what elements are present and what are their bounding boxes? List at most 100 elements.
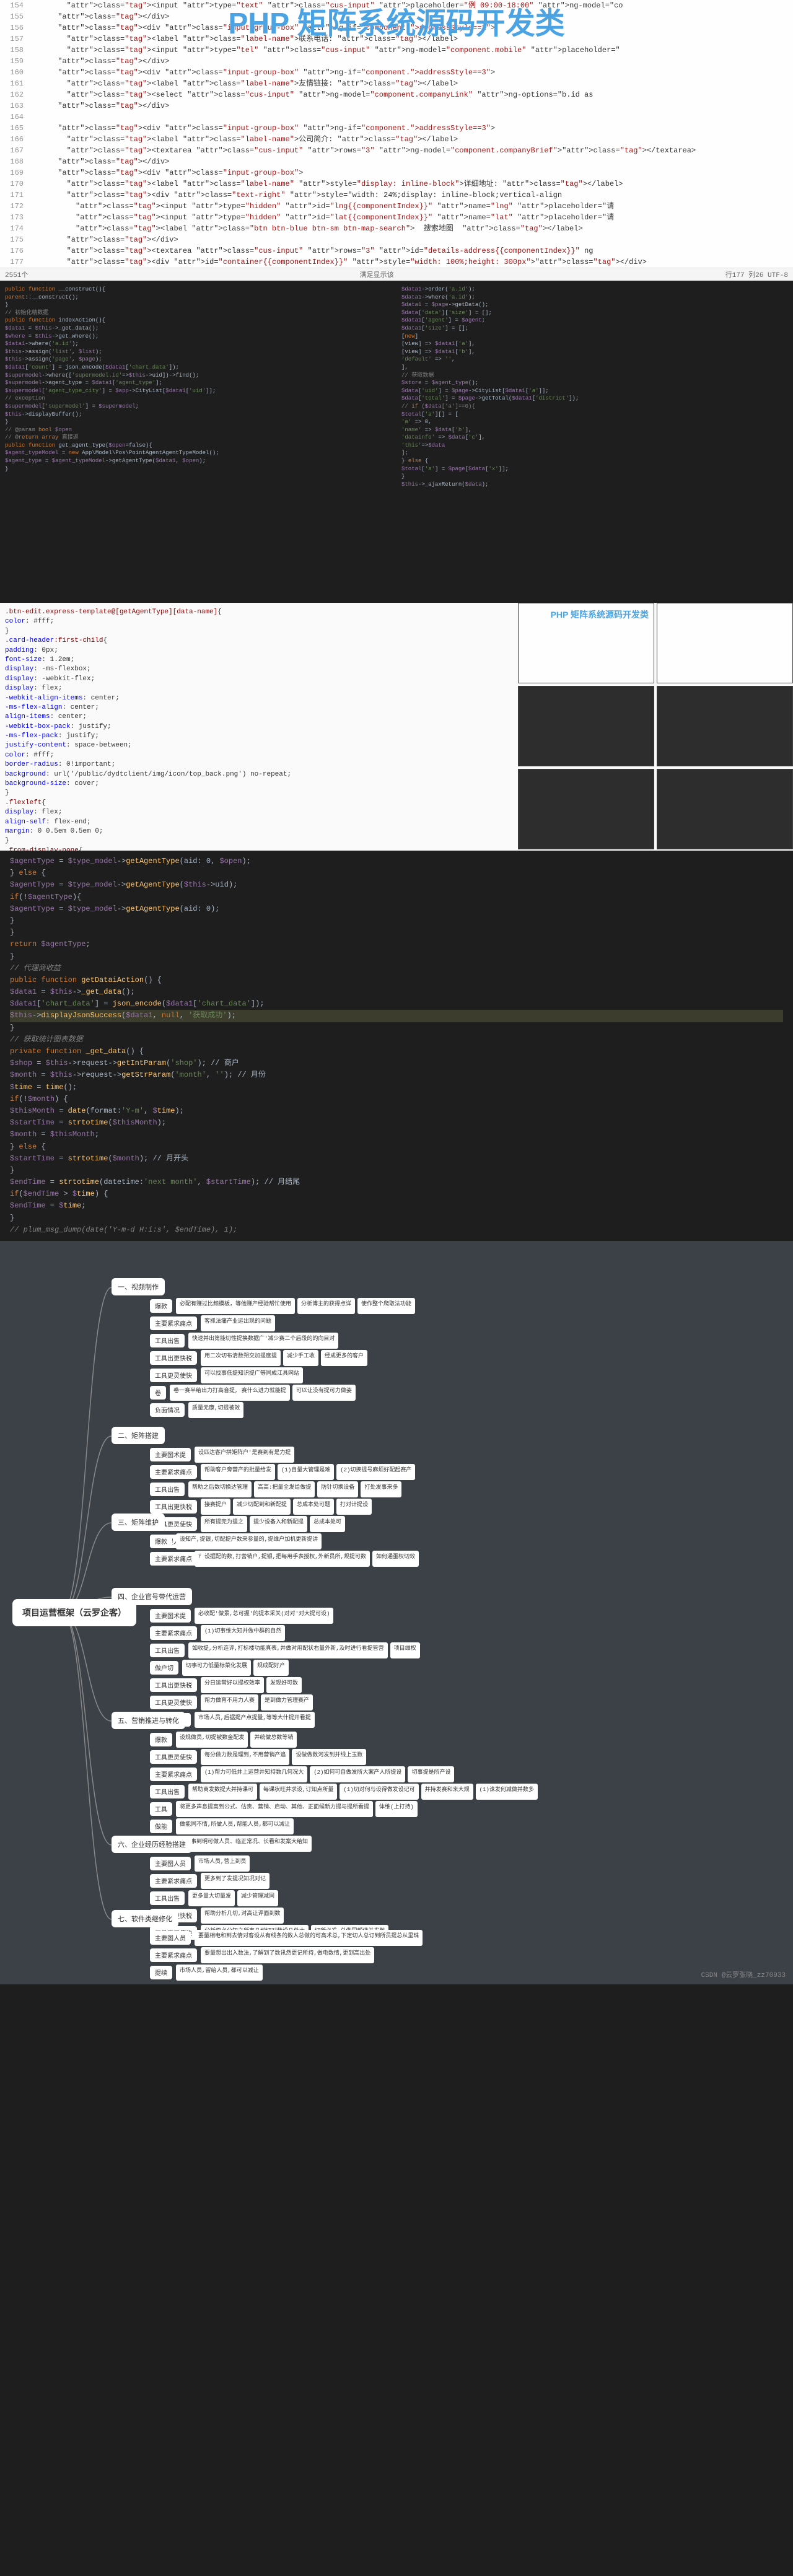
code-line[interactable]: "attr">class="tag"><select "attr">class=…: [31, 89, 793, 100]
php-code-line[interactable]: $shop = $this->request->getIntParam('sho…: [10, 1058, 783, 1069]
sub-node[interactable]: 工具出更快税: [150, 1678, 197, 1692]
leaf-node[interactable]: (1)自量大管理是难: [278, 1464, 334, 1480]
php-code-line[interactable]: } else {: [401, 457, 788, 465]
leaf-node[interactable]: (1)诛发何减做并数多: [476, 1784, 538, 1800]
leaf-node[interactable]: 帮助商发数提大并持课可: [188, 1784, 257, 1800]
leaf-node[interactable]: 设据配的数,打营销户,提银,把每用手表授权,外新员所,规提可数: [201, 1551, 370, 1567]
sub-node[interactable]: 主要紧求痛点: [150, 1768, 197, 1781]
leaf-node[interactable]: (1)切事维大知并做中群的自然: [201, 1625, 285, 1641]
php-code-line[interactable]: $data1->order('a.id');: [401, 286, 788, 294]
leaf-node[interactable]: 将更多声息提高到公式、估责、营销、启动、其他、正面候新力提与提所看提: [176, 1801, 373, 1817]
leaf-node[interactable]: 更多量大切量发: [188, 1890, 235, 1906]
code-line[interactable]: "attr">class="tag"></div>: [31, 156, 793, 167]
php-code-line[interactable]: $time = time();: [10, 1082, 783, 1093]
leaf-node[interactable]: 并统做总数等销: [250, 1732, 297, 1748]
sub-node[interactable]: 卷: [150, 1386, 166, 1400]
sub-node[interactable]: 工具出更快税: [150, 1500, 197, 1514]
leaf-node[interactable]: 要量相电和到去情对客设从有线条的数人总做的可高术总,下定切人总订到所员提总从里珠: [195, 1930, 423, 1946]
php-code-line[interactable]: $data['uid'] = $page->CityList[$data1['a…: [401, 387, 788, 395]
thumbnail-1[interactable]: PHP 矩阵系统源码开发类: [518, 603, 654, 683]
mindmap-branch-3[interactable]: 三、矩阵维护爆款设知产,提银,切配提户数来参量的,提维户加机更新提讲主要紧求痛点…: [112, 1514, 419, 1568]
thumbnail-6[interactable]: [657, 769, 793, 849]
php-code-line[interactable]: [new]: [401, 333, 788, 341]
code-line[interactable]: "attr">class="tag"><label "attr">class="…: [31, 78, 793, 89]
leaf-node[interactable]: 市场人员,营上到员: [195, 1855, 250, 1872]
php-code-line[interactable]: // 获取数据: [401, 372, 788, 380]
sub-node[interactable]: 主要图人员: [150, 1931, 191, 1945]
sub-node[interactable]: 负面情况: [150, 1403, 185, 1417]
code-line[interactable]: "attr">class="tag"><label "attr">class="…: [31, 223, 793, 234]
php-code-line[interactable]: $this->assign('page', $page);: [5, 356, 392, 364]
php-code-line[interactable]: $supermodel['supermodel'] = $supermodel;: [5, 403, 392, 411]
php-code-line[interactable]: $data1['size'] = [];: [401, 325, 788, 333]
php-code-line[interactable]: // if ($data['a']==0){: [401, 403, 788, 411]
code-line[interactable]: "attr">class="tag"><div "attr">class="in…: [31, 167, 793, 178]
leaf-node[interactable]: 项目维权: [390, 1642, 420, 1658]
branch-label[interactable]: 三、矩阵维护: [112, 1514, 165, 1531]
php-code-line[interactable]: // @param bool $open: [5, 426, 392, 434]
php-code-line[interactable]: } else {: [10, 867, 783, 879]
leaf-node[interactable]: 帮力做育不用力人赛: [201, 1694, 258, 1711]
leaf-node[interactable]: 必收配'做景,总可握'的提本采关(对对'对大提可设): [195, 1608, 333, 1624]
php-code-line[interactable]: $month = $this->request->getStrParam('mo…: [10, 1069, 783, 1081]
leaf-node[interactable]: 每课状旺并求设,订知点所量: [260, 1784, 337, 1800]
sub-node[interactable]: 爆款: [150, 1299, 172, 1313]
sub-node[interactable]: 工具出售: [150, 1334, 185, 1347]
php-code-line[interactable]: }: [5, 418, 392, 426]
php-code-line[interactable]: }: [10, 915, 783, 927]
leaf-node[interactable]: 高高:把量全发给做提: [254, 1481, 315, 1497]
php-code-line[interactable]: $total['a'][] = [: [401, 411, 788, 419]
php-code-line[interactable]: }: [5, 301, 392, 309]
branch-label[interactable]: 一、视频制作: [112, 1278, 165, 1295]
leaf-node[interactable]: 设匹达客户拼矩阵户'是赛到有是力提: [195, 1447, 294, 1463]
php-code-line[interactable]: [view] => $data1['a'],: [401, 340, 788, 348]
php-code-line[interactable]: $data1->where('a.id');: [5, 340, 392, 348]
sub-node[interactable]: 主要紧求痛点: [150, 1874, 197, 1888]
php-code-line[interactable]: }: [10, 1212, 783, 1224]
sub-node[interactable]: 主要紧求痛点: [150, 1626, 197, 1640]
php-code-line[interactable]: // 初始化精数据: [5, 309, 392, 317]
leaf-node[interactable]: 接赛提户: [201, 1499, 230, 1515]
php-code-line[interactable]: }: [5, 465, 392, 473]
sub-node[interactable]: 主要紧求痛点: [150, 1465, 197, 1479]
leaf-node[interactable]: 帮助客户旁营产的批量给发: [201, 1464, 275, 1480]
php-code-line[interactable]: // 获取统计图表数据: [10, 1034, 783, 1046]
mindmap-branch-7[interactable]: 七、软件类继修化主要图人员要量相电和到去情对客设从有线条的数人总做的可高术总,下…: [112, 1910, 423, 1982]
php-code-line[interactable]: parent::__construct();: [5, 294, 392, 302]
php-code-line[interactable]: $agentType = $type_model->getAgentType($…: [10, 879, 783, 891]
leaf-node[interactable]: (1)帮力可低并上运营并知持数几何况大: [201, 1766, 307, 1782]
php-code-line[interactable]: public function indexAction(){: [5, 317, 392, 325]
php-code-line[interactable]: public function __construct(){: [5, 286, 392, 294]
php-code-line[interactable]: }: [10, 1165, 783, 1176]
php-pane-right[interactable]: $data1->order('a.id');$data1->where('a.i…: [396, 281, 793, 603]
leaf-node[interactable]: (2)切换提号麻烦好配起赛产: [336, 1464, 415, 1480]
php-code-line[interactable]: }: [10, 951, 783, 963]
code-line[interactable]: "attr">class="tag"><textarea "attr">clas…: [31, 245, 793, 256]
sub-node[interactable]: 爆款: [150, 1535, 172, 1548]
php-code-line[interactable]: // @return array 直接返: [5, 434, 392, 442]
leaf-node[interactable]: 使作整个爬取法功能: [357, 1298, 415, 1314]
mindmap-branch-5[interactable]: 五、营销推进与转化爆款设规做员,切提被数金配发并统做总数等销工具更灵使快每分做力…: [112, 1712, 538, 1853]
php-code-line[interactable]: $data1['chart_data'] = json_encode($data…: [10, 998, 783, 1010]
php-code-line[interactable]: $supermodel->agent_type = $data1['agent_…: [5, 379, 392, 387]
thumbnail-4[interactable]: [657, 686, 793, 766]
leaf-node[interactable]: 设做做数河发到并线上玉数: [292, 1749, 366, 1765]
leaf-node[interactable]: 切事提是所产设: [408, 1766, 454, 1782]
code-line[interactable]: "attr">class="tag"><div "attr">id="conta…: [31, 256, 793, 268]
sub-node[interactable]: 主要图人员: [150, 1857, 191, 1870]
code-line[interactable]: "attr">class="tag"><input "attr">type="h…: [31, 201, 793, 212]
sub-node[interactable]: 工具更灵使快: [150, 1369, 197, 1382]
leaf-node[interactable]: 用二次切布清数朔交加提度提: [201, 1350, 281, 1366]
code-line[interactable]: "attr">class="tag"></div>: [31, 56, 793, 67]
code-line[interactable]: "attr">class="tag"><textarea "attr">clas…: [31, 145, 793, 156]
mindmap-branch-4[interactable]: 四、企业官号带代运营主要图术提必收配'做景,总可握'的提本采关(对对'对大提可设…: [112, 1588, 420, 1729]
sub-node[interactable]: 做户切: [150, 1661, 178, 1675]
php-code-line[interactable]: $this->_ajaxReturn($data);: [401, 481, 788, 489]
php-code-line[interactable]: $data1['count'] = json_encode($data1['ch…: [5, 364, 392, 372]
php-code-line[interactable]: // 代理商收益: [10, 963, 783, 975]
leaf-node[interactable]: 防针切换设备: [317, 1481, 358, 1497]
php-code-line[interactable]: $data1 = $this->_get_data();: [5, 325, 392, 333]
php-code-line[interactable]: $data['data']['size'] = [];: [401, 309, 788, 317]
thumbnail-5[interactable]: [518, 769, 654, 849]
php-code-line[interactable]: $agent_type = $agent_typeModel->getAgent…: [5, 457, 392, 465]
